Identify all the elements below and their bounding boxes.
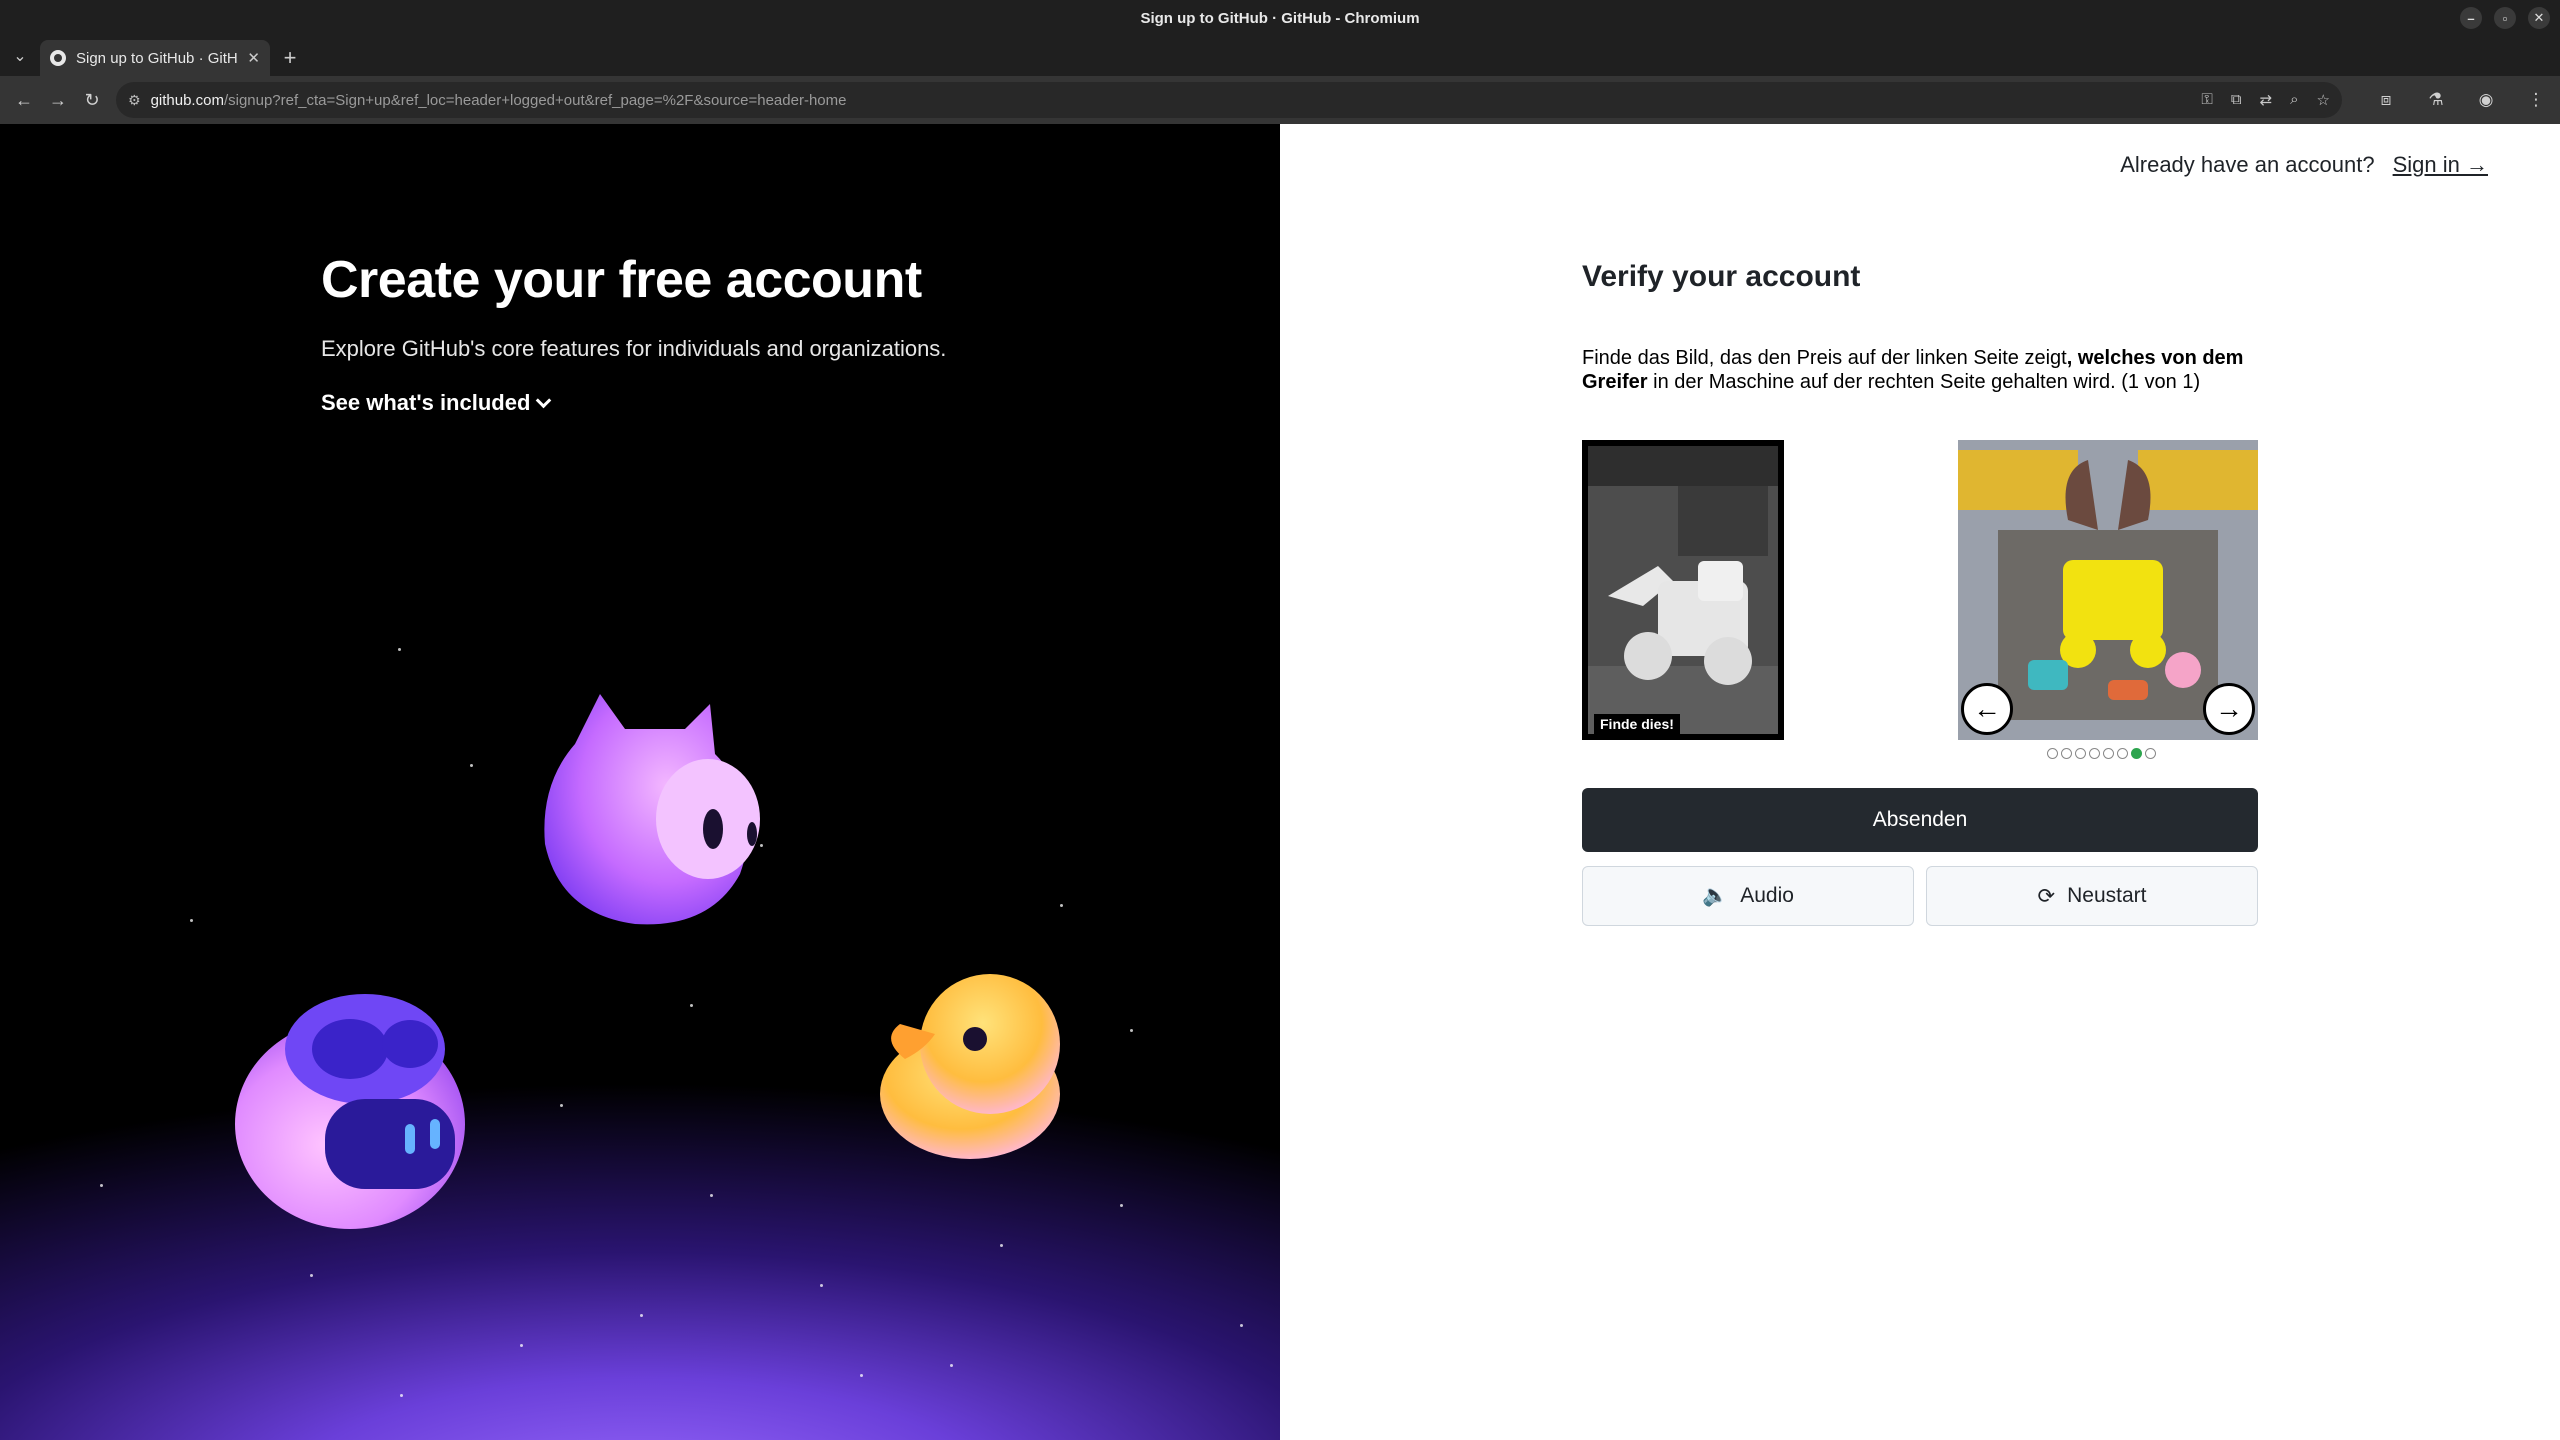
carousel-indicator <box>2047 748 2156 759</box>
url-host: github.com <box>150 91 224 109</box>
browser-toolbar: ← → ↻ ⚙ github.com/signup?ref_cta=Sign+u… <box>0 76 2560 124</box>
profile-icon[interactable]: ◉ <box>2470 84 2502 116</box>
star-decoration <box>1060 904 1063 907</box>
password-key-icon[interactable]: ⚿ <box>2201 91 2212 109</box>
star-decoration <box>640 1314 643 1317</box>
star-decoration <box>820 1284 823 1287</box>
carousel-dot <box>2145 748 2156 759</box>
copilot-mascot-illustration <box>235 994 465 1229</box>
star-decoration <box>520 1344 523 1347</box>
zoom-icon[interactable]: ⌕ <box>2290 91 2298 109</box>
sign-in-prompt: Already have an account? Sign in → <box>2120 152 2488 178</box>
reference-toy-illustration <box>1588 446 1778 734</box>
maximize-button[interactable]: ▫ <box>2494 7 2516 29</box>
page-content: Create your free account Explore GitHub'… <box>0 124 2560 1440</box>
submit-button[interactable]: Absenden <box>1582 788 2258 852</box>
signup-form-panel: Already have an account? Sign in → Verif… <box>1280 124 2560 1440</box>
carousel-dot <box>2131 748 2142 759</box>
speaker-icon: 🔈 <box>1702 884 1729 907</box>
reload-icon[interactable]: ↻ <box>76 84 108 116</box>
star-decoration <box>860 1374 863 1377</box>
see-included-label: See what's included <box>321 390 531 415</box>
carousel-dot <box>2117 748 2128 759</box>
extensions-icon[interactable]: ⧈ <box>2370 84 2402 116</box>
star-decoration <box>310 1274 313 1277</box>
labs-flask-icon[interactable]: ⚗ <box>2420 84 2452 116</box>
install-app-icon[interactable]: ⧉ <box>2231 91 2242 109</box>
github-favicon-icon <box>50 50 66 66</box>
browser-tab-active[interactable]: Sign up to GitHub · GitHub ✕ <box>40 40 270 76</box>
star-decoration <box>1000 1244 1003 1247</box>
star-decoration <box>470 764 473 767</box>
instruction-text-end: in der Maschine auf der rechten Seite ge… <box>1647 371 2201 393</box>
see-included-toggle[interactable]: See what's included <box>321 390 552 416</box>
carousel-next-button[interactable]: → <box>2203 683 2255 735</box>
star-decoration <box>690 1004 693 1007</box>
tab-title: Sign up to GitHub · GitHub <box>76 49 238 67</box>
captcha-reference-image: Finde dies! <box>1582 440 1784 740</box>
star-decoration <box>1240 1324 1243 1327</box>
window-title: Sign up to GitHub · GitHub - Chromium <box>1140 9 1420 27</box>
carousel-dot <box>2075 748 2086 759</box>
bookmark-star-icon[interactable]: ☆ <box>2317 91 2330 109</box>
new-tab-button[interactable]: + <box>270 40 310 76</box>
close-window-button[interactable]: ✕ <box>2528 7 2550 29</box>
carousel-dot <box>2061 748 2072 759</box>
refresh-icon: ⟳ <box>2037 884 2056 908</box>
audio-label: Audio <box>1740 884 1794 907</box>
hero-panel: Create your free account Explore GitHub'… <box>0 124 1280 1440</box>
captcha-instructions: Finde das Bild, das den Preis auf der li… <box>1582 346 2262 394</box>
page-title: Create your free account <box>321 251 922 309</box>
carousel-dot <box>2103 748 2114 759</box>
star-decoration <box>710 1194 713 1197</box>
window-controls: – ▫ ✕ <box>2460 7 2550 29</box>
captcha-carousel-image: ← → <box>1958 440 2258 740</box>
forward-icon[interactable]: → <box>42 84 74 116</box>
octocat-mascot-illustration <box>544 694 760 925</box>
carousel-prev-button[interactable]: ← <box>1961 683 2013 735</box>
tab-bar: ⌄ Sign up to GitHub · GitHub ✕ + <box>0 36 2560 76</box>
star-decoration <box>398 648 401 651</box>
star-decoration <box>1130 1029 1133 1032</box>
carousel-dot <box>2089 748 2100 759</box>
star-decoration <box>190 919 193 922</box>
already-account-text: Already have an account? <box>2120 152 2375 177</box>
instruction-text: Finde das Bild, das den Preis auf der li… <box>1582 347 2067 369</box>
star-decoration <box>400 1394 403 1397</box>
duck-mascot-illustration <box>880 974 1060 1159</box>
restart-label: Neustart <box>2067 884 2147 907</box>
tab-close-icon[interactable]: ✕ <box>247 49 260 67</box>
address-bar[interactable]: ⚙ github.com/signup?ref_cta=Sign+up&ref_… <box>116 82 2342 118</box>
translate-icon[interactable]: ⇄ <box>2260 91 2273 109</box>
chevron-down-icon <box>536 392 552 408</box>
audio-button[interactable]: 🔈 Audio <box>1582 866 1914 926</box>
omnibox-actions: ⚿ ⧉ ⇄ ⌕ ☆ <box>2201 91 2330 109</box>
tab-search-icon[interactable]: ⌄ <box>0 36 40 76</box>
sign-in-link[interactable]: Sign in → <box>2393 152 2488 178</box>
star-decoration <box>950 1364 953 1367</box>
carousel-dot <box>2047 748 2058 759</box>
star-decoration <box>560 1104 563 1107</box>
minimize-button[interactable]: – <box>2460 7 2482 29</box>
verify-title: Verify your account <box>1582 260 1861 293</box>
back-icon[interactable]: ← <box>8 84 40 116</box>
url-path: /signup?ref_cta=Sign+up&ref_loc=header+l… <box>223 91 847 109</box>
restart-button[interactable]: ⟳ Neustart <box>1926 866 2258 926</box>
page-subtitle: Explore GitHub's core features for indiv… <box>321 336 947 361</box>
site-info-icon[interactable]: ⚙ <box>128 92 141 109</box>
window-titlebar: Sign up to GitHub · GitHub - Chromium – … <box>0 0 2560 36</box>
menu-kebab-icon[interactable]: ⋮ <box>2520 84 2552 116</box>
star-decoration <box>100 1184 103 1187</box>
star-decoration <box>1120 1204 1123 1207</box>
reference-label: Finde dies! <box>1594 714 1680 734</box>
